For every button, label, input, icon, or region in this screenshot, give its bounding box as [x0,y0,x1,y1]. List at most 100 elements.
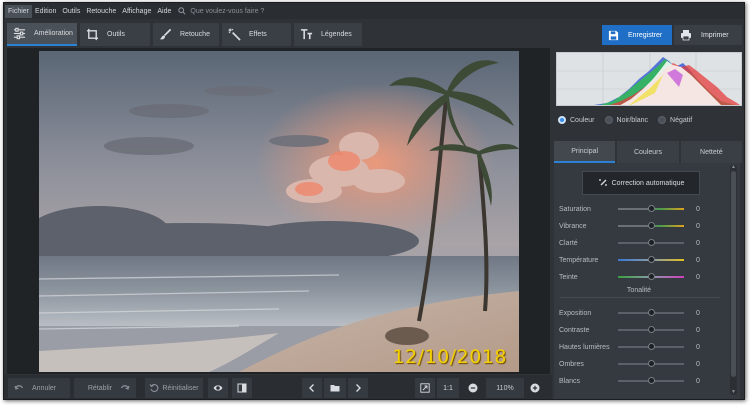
clarte-track[interactable] [618,239,684,246]
bottom-bar: Annuler Rétablir Réinitialiser 1:1 110% [4,375,552,399]
slider-saturation[interactable]: Saturation 0 [559,204,709,214]
reset-button[interactable]: Réinitialiser [145,378,203,398]
redo-label: Rétablir [87,384,112,392]
actual-size-label: 1:1 [443,384,453,392]
radio-noir-blanc[interactable]: Noir/blanc [604,116,649,124]
blancs-value: 0 [696,377,700,385]
save-button[interactable]: Enregistrer [602,25,672,45]
tab-effets[interactable]: Effets [222,23,291,46]
redo-button[interactable]: Rétablir [74,378,136,398]
subtab-nettete[interactable]: Netteté [680,141,742,163]
slider-hautes-lumieres[interactable]: Hautes lumières 0 [559,342,709,352]
scroll-up-icon[interactable]: ▲ [730,165,737,170]
slider-teinte[interactable]: Teinte 0 [559,272,709,282]
undo-label: Annuler [32,384,57,392]
saturation-knob[interactable] [648,205,655,212]
exposition-track[interactable] [618,309,684,316]
contraste-value: 0 [696,326,700,334]
brush-icon [159,28,172,40]
section-divider [560,297,720,298]
slider-temperature[interactable]: Température 0 [559,255,709,265]
eye-icon [213,385,223,391]
ombres-knob[interactable] [648,360,655,367]
menu-outils[interactable]: Outils [59,5,83,18]
contraste-track[interactable] [618,326,684,333]
temperature-value: 0 [696,256,700,264]
tab-legendes-label: Légendes [321,31,352,38]
search-box[interactable]: Que voulez-vous faire ? [178,7,264,15]
crop-icon [86,28,99,41]
temperature-track[interactable] [618,256,684,263]
open-folder-button[interactable] [324,378,346,398]
slider-ombres[interactable]: Ombres 0 [559,359,709,369]
saturation-value: 0 [696,205,700,213]
radio-couleur-dot [558,116,566,124]
exposition-knob[interactable] [648,309,655,316]
undo-button[interactable]: Annuler [8,378,70,398]
next-image-button[interactable] [348,378,368,398]
print-button[interactable]: Imprimer [674,25,742,45]
subtab-couleurs[interactable]: Couleurs [617,141,679,163]
radio-noir-blanc-label: Noir/blanc [616,116,649,124]
auto-correction-button[interactable]: Correction automatique [582,171,700,195]
menu-retouche[interactable]: Retouche [83,5,119,18]
temperature-label: Température [559,256,599,264]
clarte-knob[interactable] [648,239,655,246]
radio-couleur[interactable]: Couleur [558,116,595,124]
slider-clarte[interactable]: Clarté 0 [559,238,709,248]
tab-legendes[interactable]: Légendes [294,23,362,46]
actual-size-button[interactable]: 1:1 [437,378,459,398]
subtab-principal[interactable]: Principal [554,141,616,163]
blancs-knob[interactable] [648,377,655,384]
contraste-label: Contraste [559,326,590,334]
teinte-track[interactable] [618,273,684,280]
ombres-track[interactable] [618,360,684,367]
saturation-track[interactable] [618,205,684,212]
photo[interactable]: 12/10/2018 [39,51,519,372]
scroll-down-icon[interactable]: ▼ [730,390,737,395]
radio-negatif[interactable]: Négatif [658,116,692,124]
blancs-track[interactable] [618,377,684,384]
redo-icon [120,385,130,390]
slider-contraste[interactable]: Contraste 0 [559,325,709,335]
slider-vibrance[interactable]: Vibrance 0 [559,221,709,231]
contraste-knob[interactable] [648,326,655,333]
menu-fichier[interactable]: Fichier [5,4,33,18]
clarte-label: Clarté [559,239,578,247]
temperature-knob[interactable] [648,256,655,263]
vibrance-knob[interactable] [648,222,655,229]
tab-amelioration[interactable]: Amélioration [7,23,77,46]
tab-outils[interactable]: Outils [80,23,150,46]
zoom-level-value: 110% [496,384,514,392]
zoom-out-icon [468,383,478,393]
slider-exposition[interactable]: Exposition 0 [559,308,709,318]
hautes-lumieres-track[interactable] [618,343,684,350]
slider-blancs[interactable]: Blancs 0 [559,376,709,386]
magic-wand-icon [228,28,241,41]
teinte-knob[interactable] [648,273,655,280]
fit-screen-button[interactable] [415,378,435,398]
saturation-label: Saturation [559,205,591,213]
zoom-in-icon [530,383,540,393]
zoom-in-button[interactable] [526,378,544,398]
vibrance-track[interactable] [618,222,684,229]
previous-image-button[interactable] [302,378,322,398]
vibrance-label: Vibrance [559,222,587,230]
menu-aide[interactable]: Aide [154,5,174,18]
histogram-graph [557,53,741,105]
zoom-level[interactable]: 110% [486,378,524,398]
hautes-lumieres-knob[interactable] [648,343,655,350]
tab-retouche[interactable]: Retouche [153,23,219,46]
tab-amelioration-label: Amélioration [34,30,73,37]
print-button-label: Imprimer [701,31,729,39]
reset-icon [149,383,159,393]
zoom-out-button[interactable] [464,378,482,398]
main-toolbar: Amélioration Outils Retouche Effets Lége… [4,21,744,48]
menu-affichage[interactable]: Affichage [119,5,154,18]
compare-button[interactable] [208,378,228,398]
menu-edition[interactable]: Edition [32,5,59,18]
scroll-thumb[interactable] [731,171,736,377]
panel-scrollbar[interactable]: ▲ ▼ [730,165,737,395]
split-view-button[interactable] [232,378,252,398]
magic-wand-icon [598,179,607,186]
